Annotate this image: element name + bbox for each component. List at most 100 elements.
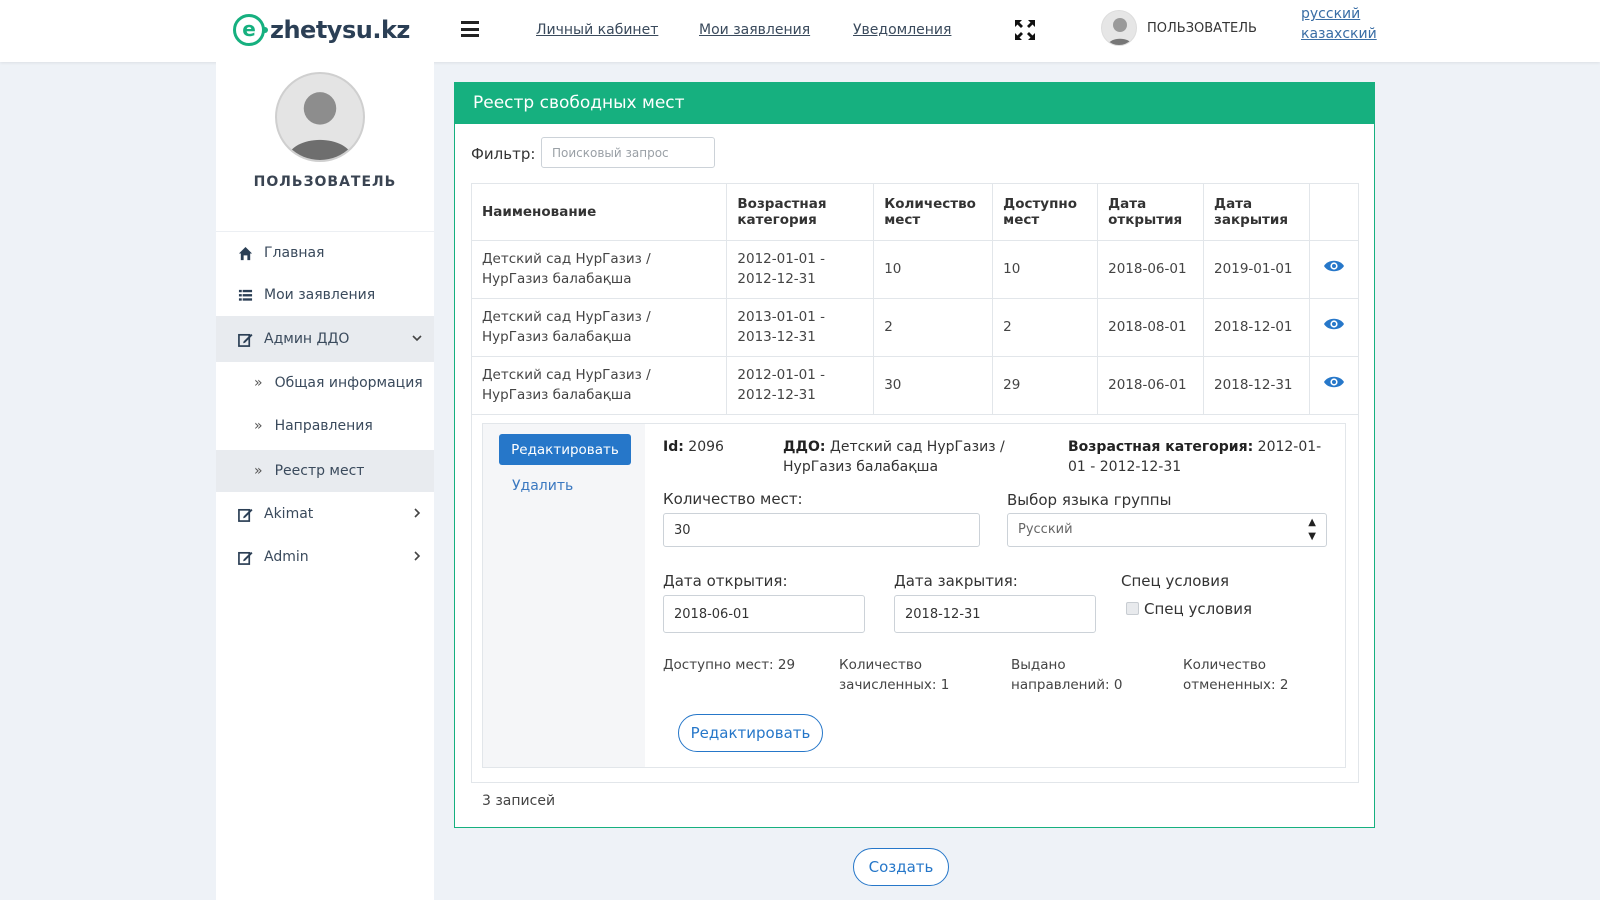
detail-ddo: ДДО: Детский сад НурГазиз / НурГазиз бал… — [783, 438, 1023, 477]
special-conditions-label[interactable]: Спец условия — [1144, 600, 1252, 618]
table-header-row: Наименование Возрастная категория Количе… — [470, 183, 1360, 241]
delete-link[interactable]: Удалить — [512, 478, 573, 494]
double-chevron-icon: » — [254, 463, 263, 479]
group-language-select[interactable]: Русский ▲ ▼ — [1007, 513, 1327, 547]
nav-link-cabinet[interactable]: Личный кабинет — [536, 22, 658, 38]
column-header[interactable]: Возрастная категория — [726, 183, 875, 241]
detail-age: Возрастная категория: 2012-01-01 - 2012-… — [1068, 438, 1333, 477]
column-header-actions — [1308, 183, 1360, 241]
cell-seats: 2 — [873, 298, 994, 357]
cell-seats: 30 — [873, 356, 994, 415]
menu-toggle-icon[interactable] — [461, 21, 479, 37]
lang-kazakh[interactable]: казахский — [1301, 26, 1377, 42]
cell-open-date: 2018-06-01 — [1097, 240, 1205, 299]
eye-icon[interactable] — [1323, 375, 1345, 389]
logo-text: zhetysu.kz — [270, 16, 410, 44]
sidebar-item-admin[interactable]: Admin — [216, 536, 434, 578]
filter-label: Фильтр: — [471, 145, 536, 163]
sidebar-item-label: Мои заявления — [264, 287, 376, 303]
sidebar-username: ПОЛЬЗОВАТЕЛЬ — [253, 174, 397, 190]
table-row[interactable]: Детский сад НурГазиз / НурГазиз балабақш… — [470, 356, 1360, 415]
sidebar-subitem-directions[interactable]: » Направления — [216, 405, 434, 447]
cell-open-date: 2018-08-01 — [1097, 298, 1205, 357]
seats-input[interactable] — [663, 513, 980, 547]
cell-action — [1308, 240, 1360, 299]
group-language-label: Выбор языка группы — [1007, 491, 1172, 509]
sidebar-item-akimat[interactable]: Akimat — [216, 493, 434, 535]
cell-name: Детский сад НурГазиз / НурГазиз балабақш… — [470, 240, 728, 299]
cell-name: Детский сад НурГазиз / НурГазиз балабақш… — [470, 298, 728, 357]
avatar[interactable] — [1101, 10, 1137, 46]
edit-button[interactable]: Редактировать — [499, 434, 631, 465]
open-date-label: Дата открытия: — [663, 572, 788, 590]
sidebar-avatar — [275, 72, 365, 162]
column-header[interactable]: Количество мест — [873, 183, 994, 241]
table-row[interactable]: Детский сад НурГазиз / НурГазиз балабақш… — [470, 298, 1360, 357]
cell-age: 2012-01-01 - 2012-12-31 — [726, 240, 875, 299]
sidebar-item-admin-ddo[interactable]: Админ ДДО — [216, 316, 434, 362]
home-icon — [236, 246, 254, 261]
create-button[interactable]: Создать — [853, 848, 949, 886]
cell-available: 2 — [992, 298, 1099, 357]
chevron-right-icon — [412, 550, 422, 564]
column-header[interactable]: Дата закрытия — [1203, 183, 1310, 241]
eye-icon[interactable] — [1323, 317, 1345, 331]
chevron-down-icon — [412, 332, 422, 346]
column-header[interactable]: Дата открытия — [1097, 183, 1205, 241]
registry-table: Наименование Возрастная категория Количе… — [470, 183, 1360, 415]
special-conditions-title: Спец условия — [1121, 572, 1229, 590]
sidebar-item-label: Админ ДДО — [264, 331, 350, 347]
cell-action — [1308, 356, 1360, 415]
cell-close-date: 2019-01-01 — [1203, 240, 1310, 299]
eye-icon[interactable] — [1323, 259, 1345, 273]
sidebar-subitem-registry[interactable]: » Реестр мест — [216, 450, 434, 492]
detail-id-value: 2096 — [688, 439, 724, 455]
sidebar: ПОЛЬЗОВАТЕЛЬ Главная Мои заявления Админ… — [216, 62, 434, 900]
column-header[interactable]: Наименование — [470, 183, 728, 241]
logo-mark: e — [233, 14, 268, 46]
panel-title: Реестр свободных мест — [455, 83, 1374, 124]
edit-outline-button[interactable]: Редактировать — [678, 714, 823, 752]
cell-available: 10 — [992, 240, 1099, 299]
lang-russian[interactable]: русский — [1301, 6, 1360, 22]
stat-available: Доступно мест: 29 — [663, 657, 796, 673]
cell-age: 2013-01-01 - 2013-12-31 — [726, 298, 875, 357]
detail-id-label: Id: — [663, 439, 684, 455]
column-header[interactable]: Доступно мест — [992, 183, 1099, 241]
open-date-input[interactable] — [663, 595, 865, 633]
cell-seats: 10 — [873, 240, 994, 299]
cell-close-date: 2018-12-01 — [1203, 298, 1310, 357]
sidebar-item-home[interactable]: Главная — [216, 232, 434, 274]
seats-label: Количество мест: — [663, 490, 803, 508]
sidebar-subitem-general[interactable]: » Общая информация — [216, 362, 434, 404]
records-count: 3 записей — [482, 793, 556, 809]
detail-actions — [483, 424, 645, 767]
close-date-input[interactable] — [894, 595, 1096, 633]
stat-enrolled: Количество зачисленных: 1 — [839, 657, 950, 693]
double-chevron-icon: » — [254, 418, 263, 434]
edit-icon — [236, 332, 254, 347]
top-header: e zhetysu.kz Личный кабинет Мои заявлени… — [0, 0, 1600, 62]
cell-name: Детский сад НурГазиз / НурГазиз балабақш… — [470, 356, 728, 415]
list-icon — [236, 288, 254, 303]
special-conditions-checkbox[interactable] — [1126, 602, 1139, 615]
nav-link-notifications[interactable]: Уведомления — [853, 22, 951, 38]
row-detail-panel: Редактировать Удалить Id: 2096 ДДО: Детс… — [482, 423, 1346, 768]
close-date-label: Дата закрытия: — [894, 572, 1018, 590]
nav-link-applications[interactable]: Мои заявления — [699, 22, 810, 38]
stat-issued: Выдано направлений: 0 — [1011, 657, 1123, 693]
double-chevron-icon: » — [254, 375, 263, 391]
site-logo[interactable]: e zhetysu.kz — [233, 12, 410, 48]
table-row[interactable]: Детский сад НурГазиз / НурГазиз балабақш… — [470, 240, 1360, 299]
chevron-right-icon — [412, 507, 422, 521]
cell-available: 29 — [992, 356, 1099, 415]
cell-open-date: 2018-06-01 — [1097, 356, 1205, 415]
fullscreen-icon[interactable] — [1013, 18, 1037, 42]
sidebar-subitem-label: Общая информация — [274, 375, 423, 391]
sidebar-item-label: Admin — [264, 549, 309, 565]
detail-age-label: Возрастная категория: — [1068, 439, 1254, 455]
header-username[interactable]: ПОЛЬЗОВАТЕЛЬ — [1147, 21, 1257, 36]
sidebar-item-label: Главная — [264, 245, 325, 261]
sidebar-item-applications[interactable]: Мои заявления — [216, 274, 434, 316]
search-input[interactable] — [541, 137, 715, 168]
